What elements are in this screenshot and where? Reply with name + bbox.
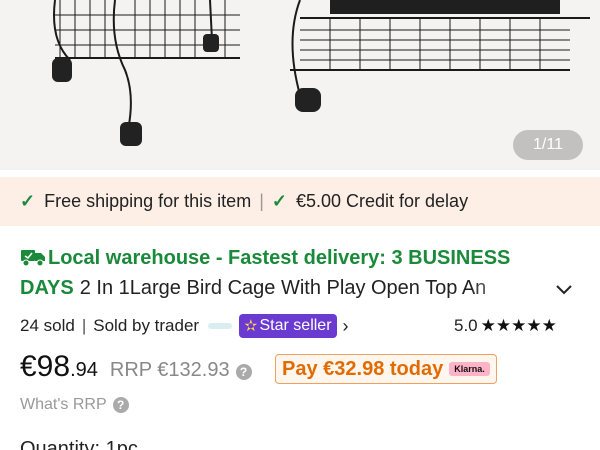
bird-cage-image (52, 0, 590, 146)
check-icon: ✓ (271, 191, 287, 211)
pay-today-text: Pay €32.98 today (282, 357, 444, 380)
price-row: €98 .94 RRP €132.93 ? (20, 350, 252, 386)
title-fade (470, 273, 530, 305)
star-icon: ✫ (244, 318, 258, 335)
whats-rrp-text: What's RRP (20, 396, 107, 413)
rating[interactable]: 5.0 ★★★★★ (454, 312, 557, 340)
chevron-right-icon[interactable]: › (343, 316, 349, 337)
rating-stars-icon: ★★★★★ (480, 316, 557, 335)
price-cents: .94 (70, 359, 98, 381)
quantity-selector[interactable]: Quantity: 1pc (20, 438, 138, 450)
info-icon[interactable]: ? (235, 364, 252, 380)
price-main: €98 (20, 350, 71, 383)
banner-separator: | (259, 191, 264, 211)
free-shipping-text: Free shipping for this item (44, 191, 252, 211)
image-counter: 1/11 (513, 130, 583, 160)
rating-value: 5.0 (454, 316, 478, 335)
seller-separator: | (81, 316, 87, 335)
help-icon: ? (112, 397, 129, 413)
delivery-text-cont: DAYS (20, 277, 74, 299)
star-seller-badge[interactable]: ✫ Star seller (239, 314, 337, 338)
delivery-line: Local warehouse - Fastest delivery: 3 BU… (20, 243, 550, 273)
delivery-text: Local warehouse - Fastest delivery: 3 BU… (48, 247, 511, 269)
credit-for-delay-text: €5.00 Credit for delay (295, 191, 469, 211)
product-image-gallery[interactable]: 1/11 (0, 0, 600, 170)
sold-by-link[interactable]: Sold by trader (93, 316, 199, 336)
whats-rrp-link[interactable]: What's RRP ? (20, 396, 129, 414)
truck-icon (21, 250, 45, 267)
check-icon: ✓ (20, 191, 36, 211)
sold-count: 24 sold (20, 316, 75, 335)
seller-logo-icon[interactable] (207, 319, 233, 333)
chevron-down-icon[interactable] (553, 278, 575, 300)
klarna-pay-today-button[interactable]: Pay €32.98 today Klarna. (275, 354, 497, 384)
product-title: 2 In 1Large Bird Cage With Play Open Top… (79, 277, 487, 299)
star-seller-label: Star seller (259, 317, 332, 334)
shipping-banner[interactable]: ✓ Free shipping for this item | ✓ €5.00 … (0, 177, 600, 226)
klarna-logo: Klarna. (449, 362, 490, 376)
rrp-price: RRP €132.93 (109, 359, 230, 381)
